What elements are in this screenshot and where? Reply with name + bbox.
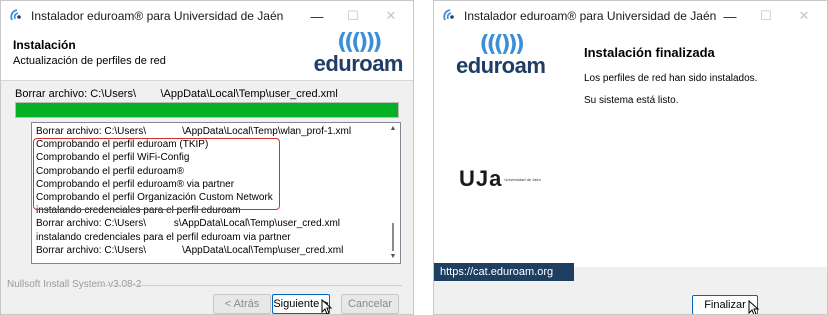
close-button: ✕ (373, 1, 409, 31)
eduroam-logo-word: eduroam (456, 53, 546, 78)
mouse-cursor-icon (748, 300, 760, 314)
left-panel: ((())) eduroam UJa Universidad de Jaén (434, 31, 574, 267)
details-log[interactable]: Borrar archivo: C:\Users\ \AppData\Local… (31, 122, 401, 264)
close-icon: ✕ (385, 8, 397, 23)
installer-window-finished: Instalador eduroam® para Universidad de … (433, 0, 828, 315)
maximize-icon: ☐ (347, 8, 359, 23)
minimize-button[interactable]: — (712, 1, 748, 31)
log-line: Borrar archivo: C:\Users\ \AppData\Local… (36, 244, 344, 256)
progress-bar (15, 102, 399, 118)
finished-heading: Instalación finalizada (584, 45, 715, 60)
maximize-button: ☐ (748, 1, 784, 31)
finished-message-2: Su sistema está listo. (584, 95, 679, 106)
eduroam-app-icon (442, 8, 458, 24)
window-title: Instalador eduroam® para Universidad de … (31, 9, 284, 23)
minimize-button[interactable]: — (299, 1, 335, 31)
scroll-down-icon[interactable]: ▼ (386, 251, 400, 263)
window-title: Instalador eduroam® para Universidad de … (464, 9, 717, 23)
eduroam-app-icon (9, 8, 25, 24)
cancel-button[interactable]: Cancelar (341, 294, 399, 314)
current-action: Borrar archivo: C:\Users\ \AppData\Local… (15, 88, 338, 100)
close-icon: ✕ (798, 8, 810, 23)
minimize-icon: — (310, 8, 324, 24)
finished-message-1: Los perfiles de red han sido instalados. (584, 73, 758, 84)
eduroam-logo: ((())) eduroam (456, 32, 546, 78)
minimize-icon: — (723, 8, 737, 24)
footer-divider (96, 285, 402, 286)
page-header: Instalación Actualización de perfiles de… (1, 31, 413, 81)
cat-url: https://cat.eduroam.org (434, 263, 574, 281)
progress-bar-fill (16, 103, 398, 117)
back-button[interactable]: < Atrás (213, 294, 271, 314)
scroll-up-icon[interactable]: ▲ (386, 123, 400, 135)
scroll-thumb[interactable] (392, 223, 394, 251)
eduroam-logo-arcs: ((())) (337, 30, 382, 55)
right-panel: Instalación finalizada Los perfiles de r… (574, 31, 827, 267)
eduroam-logo-word: eduroam (313, 51, 404, 76)
page-title: Instalación (13, 38, 76, 52)
page-subtitle: Actualización de perfiles de red (13, 55, 166, 67)
log-scrollbar[interactable]: ▲ ▼ (386, 123, 400, 263)
mouse-cursor-icon (321, 299, 333, 314)
installer-window-progress: Instalador eduroam® para Universidad de … (0, 0, 414, 315)
close-button: ✕ (786, 1, 822, 31)
log-line: instalando credenciales para el perfil e… (36, 231, 291, 243)
eduroam-logo-arcs: ((())) (479, 32, 525, 57)
maximize-button: ☐ (335, 1, 371, 31)
log-line: Borrar archivo: C:\Users\ \AppData\Local… (36, 126, 352, 137)
eduroam-logo: ((())) eduroam (313, 30, 404, 76)
maximize-icon: ☐ (760, 8, 772, 23)
uja-logo-text: Universidad de Jaén (504, 176, 541, 182)
uja-logo-mark: UJa (459, 166, 503, 191)
log-line: Borrar archivo: C:\Users\ s\AppData\Loca… (36, 218, 340, 230)
uja-logo: UJa Universidad de Jaén (459, 166, 541, 192)
highlight-annotation (33, 138, 280, 210)
